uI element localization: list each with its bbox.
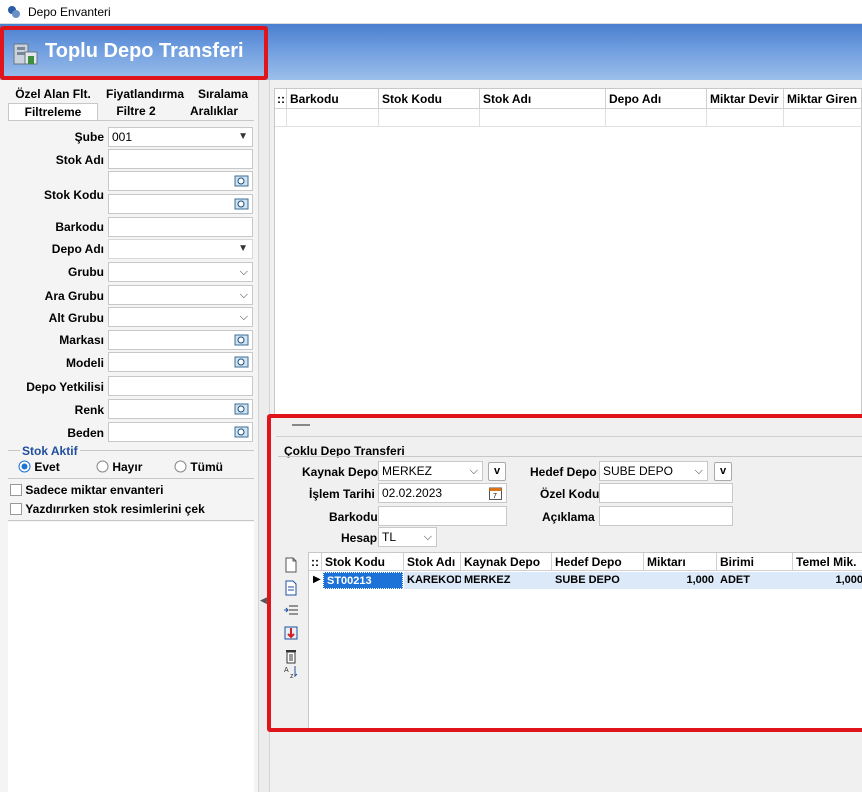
renk-input[interactable]	[108, 399, 253, 419]
stok-aktif-label: Stok Aktif	[20, 444, 80, 458]
depo-adi-label: Depo Adı	[51, 242, 104, 256]
transfer-highlight-box	[267, 414, 862, 732]
sube-select[interactable]: 001 ▼	[108, 127, 253, 147]
markasi-input[interactable]	[108, 330, 253, 350]
radio-tumu[interactable]: Tümü	[174, 460, 223, 474]
radio-empty-icon	[174, 460, 187, 473]
tab-row-1: Özel Alan Flt. Fiyatlandırma Sıralama	[8, 86, 254, 103]
lookup-icon[interactable]	[234, 402, 249, 416]
sube-value: 001	[112, 130, 133, 144]
lookup-icon[interactable]	[234, 197, 249, 211]
grubu-select[interactable]: ⌵	[108, 262, 253, 282]
tab-filtre-2[interactable]: Filtre 2	[100, 103, 172, 120]
lookup-icon[interactable]	[234, 174, 249, 188]
filter-panel-empty-area	[8, 522, 254, 792]
checkbox-sadece-miktar[interactable]: Sadece miktar envanteri	[10, 483, 163, 497]
tab-araliklar[interactable]: Aralıklar	[174, 103, 254, 120]
title-highlight-box	[0, 26, 268, 80]
tab-row-2: Filtreleme Filtre 2 Aralıklar	[8, 103, 254, 120]
depo-adi-select[interactable]: ▼	[108, 239, 253, 259]
col-header-stok-adi[interactable]: Stok Adı	[480, 89, 606, 109]
dropdown-arrow-icon: ▼	[238, 131, 248, 142]
grid-cell	[275, 109, 287, 127]
sube-label: Şube	[74, 130, 104, 144]
radio-selected-icon	[18, 460, 31, 473]
col-header-depo-adi[interactable]: Depo Adı	[606, 89, 707, 109]
depo-yetkilisi-label: Depo Yetkilisi	[26, 380, 104, 394]
radio-evet-label: Evet	[34, 460, 60, 474]
stok-kodu-label: Stok Kodu	[44, 188, 104, 202]
grid-cell[interactable]	[707, 109, 784, 127]
lookup-icon[interactable]	[234, 333, 249, 347]
checkbox-box	[10, 484, 22, 496]
col-header-miktar-devir[interactable]: Miktar Devir	[707, 89, 784, 109]
tab-underline	[8, 120, 254, 121]
grid-corner: ::	[275, 89, 287, 109]
lookup-icon[interactable]	[234, 355, 249, 369]
app-icon	[8, 6, 20, 18]
window-titlebar: Depo Envanteri	[0, 0, 862, 24]
dropdown-arrow-icon: ▼	[238, 243, 248, 254]
ara-grubu-label: Ara Grubu	[44, 289, 104, 303]
modeli-input[interactable]	[108, 352, 253, 372]
modeli-label: Modeli	[66, 356, 104, 370]
barkodu-label: Barkodu	[55, 220, 104, 234]
depo-yetkilisi-input[interactable]	[108, 376, 253, 396]
window-title: Depo Envanteri	[28, 5, 111, 19]
ara-grubu-select[interactable]: ⌵	[108, 285, 253, 305]
radio-tumu-label: Tümü	[190, 460, 224, 474]
stok-kodu-input[interactable]	[108, 194, 253, 214]
lookup-icon[interactable]	[234, 425, 249, 439]
grid-cell[interactable]	[379, 109, 480, 127]
checkbox-stok-resim-label: Yazdırırken stok resimlerini çek	[25, 502, 205, 516]
divider	[8, 520, 254, 521]
chevron-down-icon: ⌵	[239, 311, 248, 323]
inventory-grid: :: Barkodu Stok Kodu Stok Adı Depo Adı M…	[274, 88, 862, 416]
col-header-stok-kodu[interactable]: Stok Kodu	[379, 89, 480, 109]
checkbox-sadece-miktar-label: Sadece miktar envanteri	[25, 483, 164, 497]
grid-cell[interactable]	[287, 109, 379, 127]
divider	[8, 478, 254, 479]
tab-fiyatlandirma[interactable]: Fiyatlandırma	[100, 86, 190, 103]
tab-filtreleme[interactable]: Filtreleme	[8, 103, 98, 120]
alt-grubu-label: Alt Grubu	[48, 311, 104, 325]
chevron-down-icon: ⌵	[239, 289, 248, 301]
col-header-barkodu[interactable]: Barkodu	[287, 89, 379, 109]
barkodu-input[interactable]	[108, 217, 253, 237]
radio-empty-icon	[96, 460, 109, 473]
grubu-label: Grubu	[68, 265, 104, 279]
grid-cell[interactable]	[784, 109, 862, 127]
checkbox-stok-resim[interactable]: Yazdırırken stok resimlerini çek	[10, 502, 205, 516]
beden-input[interactable]	[108, 422, 253, 442]
collapse-arrow-icon[interactable]: ◀	[260, 595, 267, 606]
beden-label: Beden	[67, 426, 104, 440]
stok-adi-lookup[interactable]	[108, 171, 253, 191]
col-header-miktar-giren[interactable]: Miktar Giren	[784, 89, 862, 109]
stok-adi-label: Stok Adı	[55, 153, 104, 167]
radio-evet[interactable]: Evet	[18, 460, 60, 474]
radio-hayir-label: Hayır	[112, 460, 143, 474]
markasi-label: Markası	[59, 333, 104, 347]
renk-label: Renk	[74, 403, 104, 417]
grid-cell[interactable]	[480, 109, 606, 127]
stok-adi-input[interactable]	[108, 149, 253, 169]
tab-siralama[interactable]: Sıralama	[192, 86, 254, 103]
checkbox-box	[10, 503, 22, 515]
alt-grubu-select[interactable]: ⌵	[108, 307, 253, 327]
grid-cell[interactable]	[606, 109, 707, 127]
radio-hayir[interactable]: Hayır	[96, 460, 142, 474]
filter-panel: Özel Alan Flt. Fiyatlandırma Sıralama Fi…	[0, 80, 258, 792]
tab-ozel-alan[interactable]: Özel Alan Flt.	[8, 86, 98, 103]
chevron-down-icon: ⌵	[239, 266, 248, 278]
